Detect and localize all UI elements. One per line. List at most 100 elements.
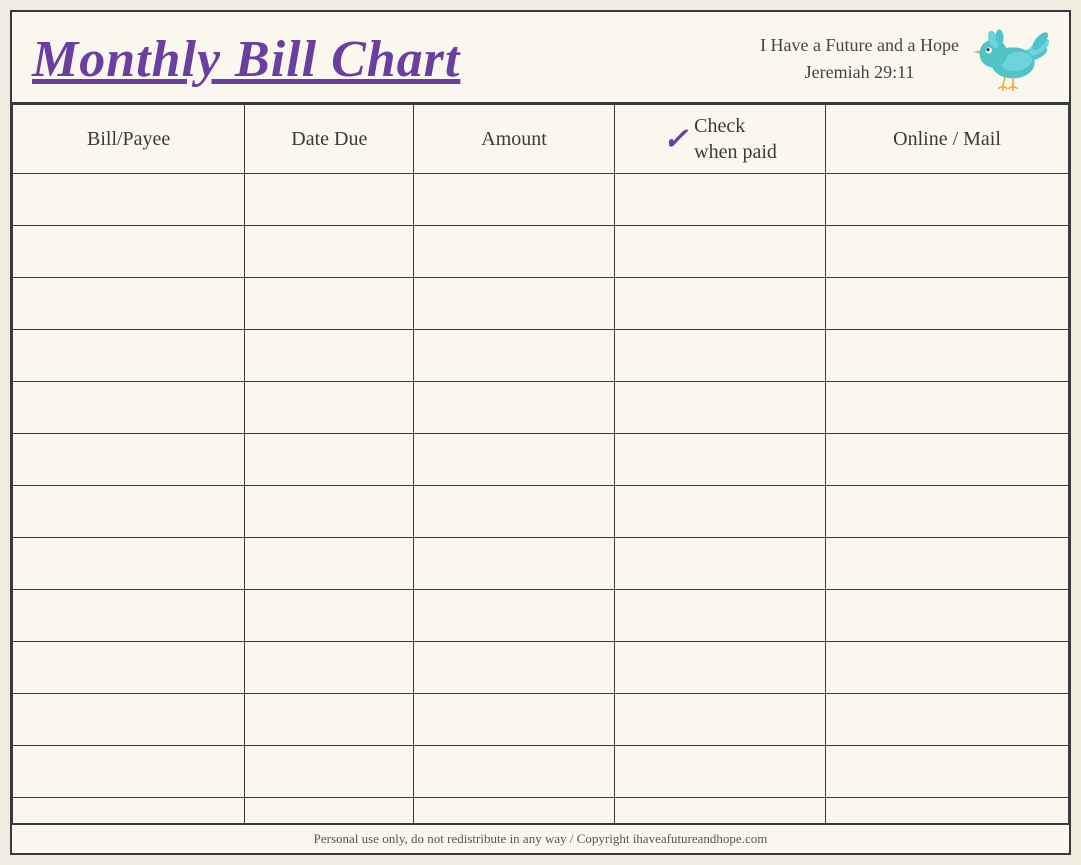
- table-cell: [614, 382, 825, 434]
- table-row: [13, 486, 1069, 538]
- table-row: [13, 538, 1069, 590]
- table-cell: [245, 278, 414, 330]
- header: Monthly Bill Chart I Have a Future and a…: [12, 12, 1069, 104]
- table-cell: [614, 590, 825, 642]
- table-cell: [614, 226, 825, 278]
- table-row: [13, 642, 1069, 694]
- table-cell: [13, 538, 245, 590]
- table-cell: [13, 694, 245, 746]
- table-cell: [13, 746, 245, 798]
- table-cell: [245, 486, 414, 538]
- table-cell: [826, 330, 1069, 382]
- bird-icon: [969, 24, 1049, 94]
- table-cell: [414, 486, 615, 538]
- table-cell: [13, 278, 245, 330]
- table-cell: [826, 538, 1069, 590]
- table-cell: [245, 174, 414, 226]
- col-header-amount: Amount: [414, 105, 615, 174]
- table-cell: [614, 746, 825, 798]
- table-cell: [13, 590, 245, 642]
- table-cell: [614, 694, 825, 746]
- page: Monthly Bill Chart I Have a Future and a…: [10, 10, 1071, 855]
- table-cell: [13, 330, 245, 382]
- table-cell: [414, 278, 615, 330]
- table-row: [13, 278, 1069, 330]
- table-cell: [13, 226, 245, 278]
- table-cell: [13, 174, 245, 226]
- col-header-online: Online / Mail: [826, 105, 1069, 174]
- table-cell: [826, 694, 1069, 746]
- table-cell: [614, 486, 825, 538]
- table-cell: [826, 434, 1069, 486]
- col-header-bill: Bill/Payee: [13, 105, 245, 174]
- table-cell: [245, 590, 414, 642]
- table-cell: [414, 798, 615, 824]
- table-cell: [13, 798, 245, 824]
- table-cell: [614, 798, 825, 824]
- table-cell: [13, 382, 245, 434]
- table-cell: [614, 330, 825, 382]
- table-cell: [414, 642, 615, 694]
- table-cell: [245, 694, 414, 746]
- header-right: I Have a Future and a Hope Jeremiah 29:1…: [760, 24, 1049, 94]
- table-cell: [614, 278, 825, 330]
- table-cell: [826, 746, 1069, 798]
- table-row: [13, 174, 1069, 226]
- footer: Personal use only, do not redistribute i…: [12, 823, 1069, 853]
- tagline: I Have a Future and a Hope Jeremiah 29:1…: [760, 32, 959, 86]
- table-cell: [414, 174, 615, 226]
- table-cell: [414, 382, 615, 434]
- table-row: [13, 226, 1069, 278]
- check-label-top: Check: [694, 113, 745, 139]
- table-cell: [13, 642, 245, 694]
- table-cell: [13, 486, 245, 538]
- table-cell: [245, 226, 414, 278]
- table-cell: [414, 694, 615, 746]
- table-container: Bill/Payee Date Due Amount ✓ Check w: [12, 104, 1069, 823]
- table-cell: [245, 382, 414, 434]
- page-title: Monthly Bill Chart: [32, 30, 460, 89]
- table-cell: [245, 434, 414, 486]
- check-text-block: Check when paid: [694, 113, 777, 165]
- table-cell: [414, 590, 615, 642]
- table-cell: [245, 642, 414, 694]
- table-cell: [826, 798, 1069, 824]
- tagline-line1: I Have a Future and a Hope: [760, 32, 959, 59]
- table-cell: [614, 538, 825, 590]
- table-cell: [13, 434, 245, 486]
- check-header-content: ✓ Check when paid: [619, 113, 821, 165]
- table-cell: [826, 590, 1069, 642]
- table-cell: [826, 226, 1069, 278]
- table-cell: [245, 538, 414, 590]
- col-header-check: ✓ Check when paid: [614, 105, 825, 174]
- footer-text: Personal use only, do not redistribute i…: [314, 831, 768, 846]
- table-cell: [614, 434, 825, 486]
- table-row: [13, 746, 1069, 798]
- table-row: [13, 434, 1069, 486]
- table-cell: [414, 434, 615, 486]
- table-cell: [245, 798, 414, 824]
- table-cell: [414, 538, 615, 590]
- table-row: [13, 382, 1069, 434]
- bill-chart-table: Bill/Payee Date Due Amount ✓ Check w: [12, 104, 1069, 823]
- table-row: [13, 330, 1069, 382]
- table-cell: [414, 330, 615, 382]
- tagline-line2: Jeremiah 29:11: [760, 59, 959, 86]
- table-row: [13, 590, 1069, 642]
- table-row: [13, 798, 1069, 824]
- table-cell: [414, 746, 615, 798]
- table-cell: [245, 746, 414, 798]
- col-header-date: Date Due: [245, 105, 414, 174]
- table-cell: [826, 278, 1069, 330]
- table-cell: [826, 486, 1069, 538]
- checkmark-icon: ✓: [663, 122, 688, 157]
- table-cell: [614, 642, 825, 694]
- table-cell: [826, 382, 1069, 434]
- check-label-bottom: when paid: [694, 139, 777, 165]
- table-cell: [245, 330, 414, 382]
- table-cell: [614, 174, 825, 226]
- table-cell: [414, 226, 615, 278]
- table-row: [13, 694, 1069, 746]
- table-cell: [826, 174, 1069, 226]
- table-cell: [826, 642, 1069, 694]
